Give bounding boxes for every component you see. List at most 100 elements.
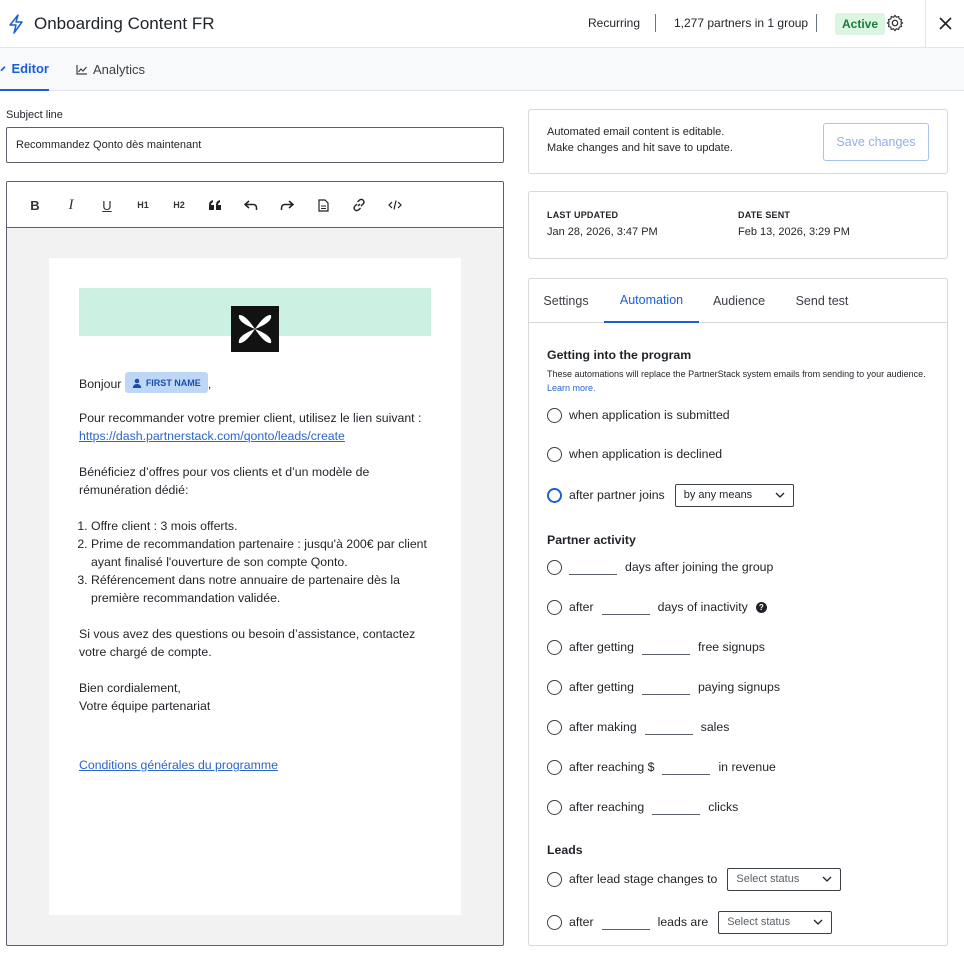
chevron-down-icon: [822, 876, 832, 882]
lead-stage-select[interactable]: Select status: [727, 867, 842, 891]
leads-count-input[interactable]: [601, 915, 650, 930]
radio-button[interactable]: [547, 407, 562, 423]
email-preview: Bonjour FIRST NAME , Pour recommander vo…: [49, 258, 461, 915]
learn-more-link[interactable]: Learn more.: [547, 383, 596, 393]
greeting-text: Bonjour: [79, 376, 122, 391]
save-hint: Automated email content is editable. Mak…: [547, 124, 733, 156]
program-terms-link[interactable]: Conditions générales du programme: [79, 758, 278, 772]
qonto-logo: [231, 306, 279, 352]
subject-input[interactable]: [6, 127, 504, 163]
tab-settings[interactable]: Settings: [535, 279, 597, 323]
chevron-down-icon: [813, 919, 823, 925]
days-input[interactable]: [569, 560, 617, 575]
settings-tabs: Settings Automation Audience Send test: [529, 279, 947, 323]
option-application-submitted[interactable]: when application is submitted: [547, 405, 730, 425]
date-sent: DATE SENT Feb 13, 2026, 3:29 PM: [738, 210, 850, 238]
save-changes-button[interactable]: Save changes: [823, 123, 929, 161]
close-icon: [939, 17, 952, 30]
tab-editor[interactable]: Editor: [0, 48, 49, 91]
save-hint-line: Make changes and hit save to update.: [547, 142, 733, 154]
option-leads-count[interactable]: after leads are Select status: [547, 910, 833, 934]
person-icon: [132, 378, 142, 388]
radio-button[interactable]: [547, 599, 562, 615]
revenue-input[interactable]: [662, 760, 711, 775]
last-updated-label: LAST UPDATED: [547, 210, 619, 220]
document-icon: [317, 198, 329, 212]
link-icon: [353, 198, 365, 212]
code-button[interactable]: [384, 194, 406, 216]
status-badge: Active: [835, 13, 886, 35]
automation-card: Settings Automation Audience Send test G…: [528, 278, 948, 946]
tab-send-test[interactable]: Send test: [787, 279, 857, 323]
divider: [655, 14, 656, 32]
option-days-after-joining[interactable]: days after joining the group: [547, 557, 773, 577]
last-updated-value: Jan 28, 2026, 3:47 PM: [547, 226, 658, 238]
paying-signups-input[interactable]: [641, 680, 690, 695]
radio-button[interactable]: [547, 639, 562, 655]
date-sent-value: Feb 13, 2026, 3:29 PM: [738, 226, 850, 238]
option-free-signups[interactable]: after getting free signups: [547, 637, 765, 657]
subject-label: Subject line: [6, 109, 63, 121]
inactivity-days-input[interactable]: [601, 600, 650, 615]
divider: [816, 14, 817, 32]
clicks-input[interactable]: [652, 800, 701, 815]
option-label: paying signups: [697, 680, 780, 694]
option-paying-signups[interactable]: after getting paying signups: [547, 677, 780, 697]
offers-list: Offre client : 3 mois offerts. Prime de …: [91, 517, 431, 607]
undo-button[interactable]: [240, 194, 262, 216]
bold-button[interactable]: B: [24, 194, 46, 216]
option-sales[interactable]: after making sales: [547, 717, 729, 737]
heading1-button[interactable]: H1: [132, 194, 154, 216]
radio-button[interactable]: [547, 799, 562, 815]
option-days-inactivity[interactable]: after days of inactivity ?: [547, 597, 767, 617]
tab-audience[interactable]: Audience: [706, 279, 772, 323]
option-lead-stage[interactable]: after lead stage changes to Select statu…: [547, 867, 842, 891]
tab-automation[interactable]: Automation: [604, 279, 699, 323]
option-label: in revenue: [718, 760, 776, 774]
chart-line-icon: [76, 65, 87, 75]
quote-button[interactable]: [204, 194, 226, 216]
help-icon[interactable]: ?: [755, 601, 767, 613]
document-button[interactable]: [312, 194, 334, 216]
select-value: Select status: [727, 916, 791, 928]
redo-icon: [280, 200, 294, 210]
tab-analytics[interactable]: Analytics: [76, 48, 145, 91]
radio-button[interactable]: [547, 914, 562, 930]
radio-button-selected[interactable]: [547, 487, 562, 503]
last-updated: LAST UPDATED Jan 28, 2026, 3:47 PM: [547, 210, 658, 238]
link-button[interactable]: [348, 194, 370, 216]
email-body[interactable]: Bonjour FIRST NAME , Pour recommander vo…: [79, 372, 431, 715]
underline-button[interactable]: U: [96, 194, 118, 216]
radio-button[interactable]: [547, 759, 562, 775]
redo-button[interactable]: [276, 194, 298, 216]
radio-button[interactable]: [547, 679, 562, 695]
section-title: Getting into the program: [547, 348, 692, 362]
heading2-button[interactable]: H2: [168, 194, 190, 216]
merge-tag-label: FIRST NAME: [145, 377, 201, 388]
option-partner-joins[interactable]: after partner joins by any means: [547, 483, 794, 507]
first-name-merge-tag[interactable]: FIRST NAME: [124, 372, 208, 393]
close-button[interactable]: [925, 0, 964, 48]
date-sent-label: DATE SENT: [738, 210, 791, 220]
option-label: after getting: [569, 680, 634, 694]
radio-button[interactable]: [547, 719, 562, 735]
option-label: free signups: [697, 640, 765, 654]
sales-input[interactable]: [644, 720, 693, 735]
radio-button[interactable]: [547, 871, 562, 887]
radio-button[interactable]: [547, 446, 562, 462]
gear-icon[interactable]: [886, 14, 904, 32]
option-revenue[interactable]: after reaching $ in revenue: [547, 757, 776, 777]
paragraph: Pour recommander votre premier client, u…: [79, 409, 431, 445]
join-method-select[interactable]: by any means: [674, 483, 794, 507]
free-signups-input[interactable]: [641, 640, 690, 655]
option-application-declined[interactable]: when application is declined: [547, 444, 722, 464]
italic-button[interactable]: I: [60, 194, 82, 216]
quote-icon: [209, 200, 221, 210]
leads-create-link[interactable]: https://dash.partnerstack.com/qonto/lead…: [79, 429, 345, 443]
chevron-down-icon: [775, 492, 785, 498]
leads-status-select[interactable]: Select status: [718, 910, 833, 934]
option-label: after reaching $: [569, 760, 655, 774]
radio-button[interactable]: [547, 559, 562, 575]
section-description: These automations will replace the Partn…: [547, 367, 927, 395]
option-clicks[interactable]: after reaching clicks: [547, 797, 738, 817]
